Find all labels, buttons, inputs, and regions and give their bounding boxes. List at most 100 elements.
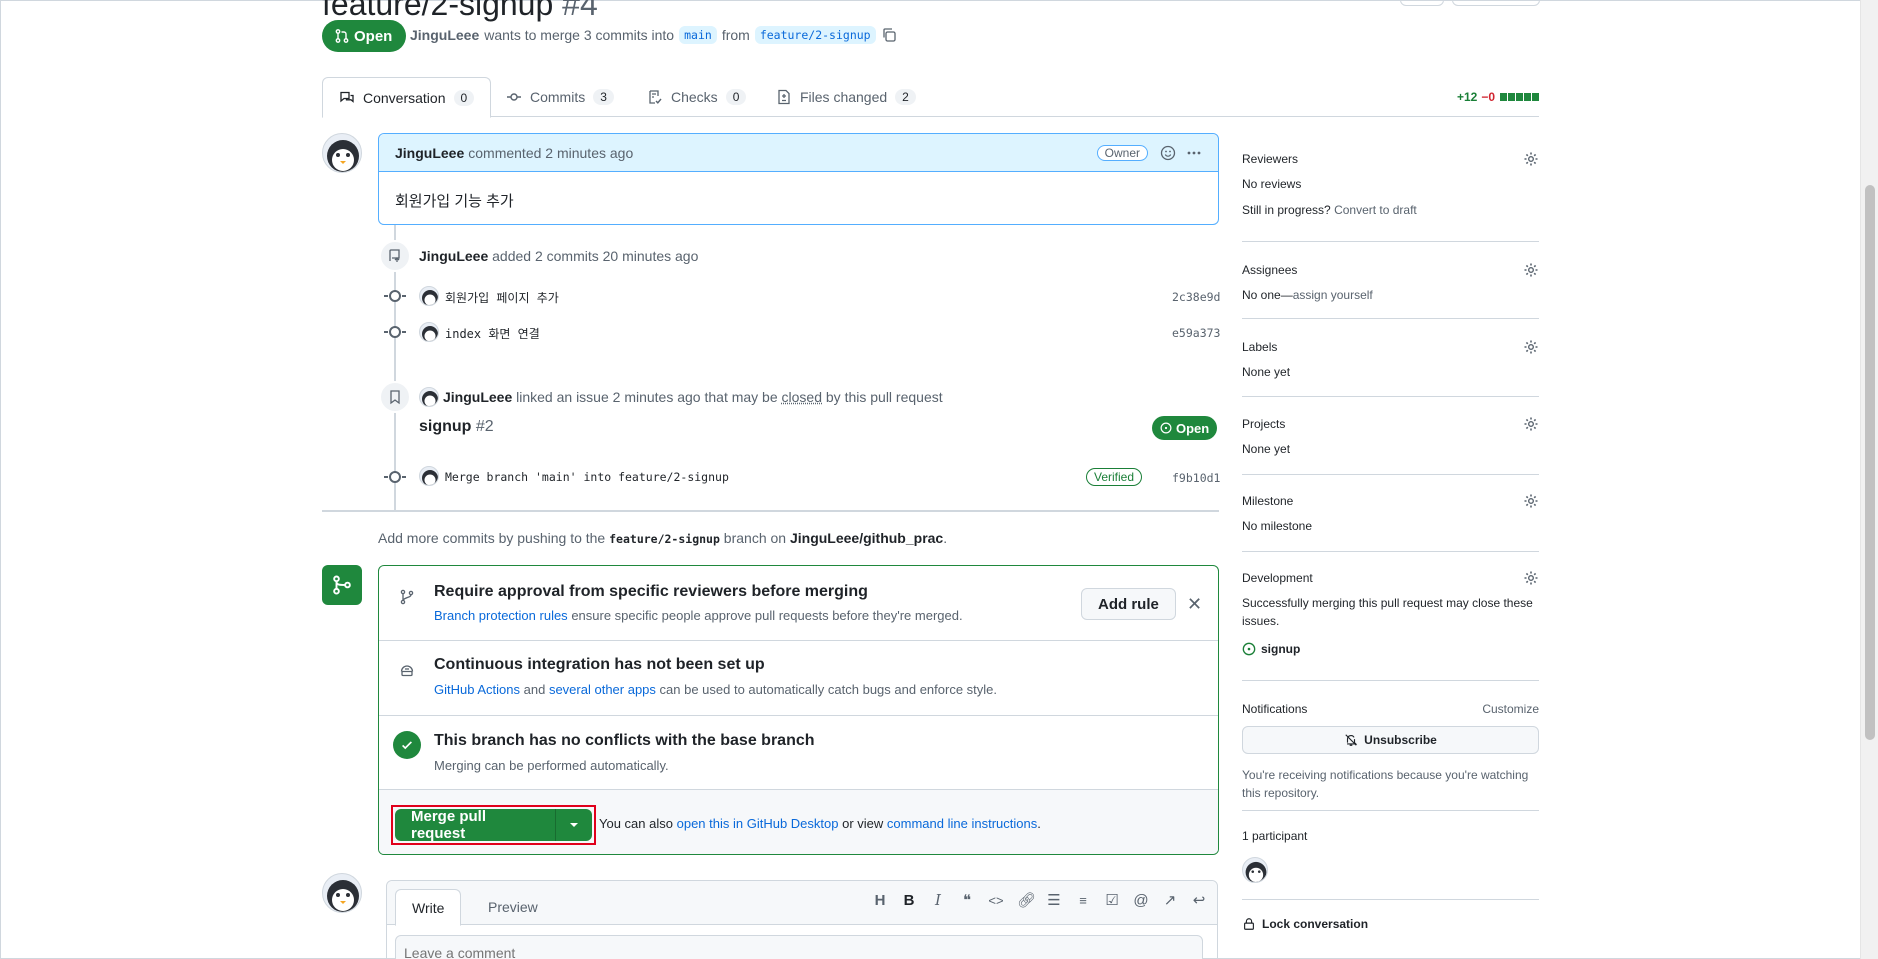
linked-event-author[interactable]: JinguLeee	[443, 389, 512, 405]
merge-commit-dot	[389, 471, 401, 483]
head-branch[interactable]: feature/2-signup	[755, 26, 876, 44]
merge-method-dropdown[interactable]	[556, 809, 592, 841]
gear-icon[interactable]	[1523, 416, 1539, 432]
labels-title[interactable]: Labels	[1242, 340, 1277, 354]
sidebar-participants: 1 participant	[1242, 829, 1539, 843]
gear-icon[interactable]	[1523, 570, 1539, 586]
milestone-title[interactable]: Milestone	[1242, 494, 1293, 508]
assignees-title[interactable]: Assignees	[1242, 263, 1297, 277]
commits-event: JinguLeee added 2 commits 20 minutes ago	[419, 248, 698, 264]
current-user-avatar[interactable]	[322, 873, 362, 913]
github-actions-link[interactable]: GitHub Actions	[434, 682, 520, 697]
tab-conversation[interactable]: Conversation 0	[322, 77, 491, 118]
commit-1-message[interactable]: 회원가입 페이지 추가	[445, 289, 559, 306]
link-icon[interactable]: 🔗︎	[1017, 891, 1033, 909]
gear-icon[interactable]	[1523, 339, 1539, 355]
composer-tabs: Write Preview H B I ❝ <> 🔗︎ ☰ ≡ ☑ @ ↗ ↩	[387, 881, 1217, 925]
scrollbar[interactable]	[1860, 0, 1878, 959]
milestone-value: No milestone	[1242, 517, 1539, 535]
pr-state-badge: Open	[322, 20, 406, 52]
tab-commits-label: Commits	[530, 89, 585, 105]
gear-icon[interactable]	[1523, 151, 1539, 167]
merge-pull-request-button[interactable]: Merge pull request	[395, 809, 556, 841]
push-note-repo[interactable]: JinguLeee/github_prac	[790, 530, 943, 546]
other-apps-link[interactable]: several other apps	[549, 682, 656, 697]
tab-commits[interactable]: Commits 3	[490, 77, 630, 117]
edit-button[interactable]	[1400, 0, 1444, 6]
commit-2-sha[interactable]: e59a373	[1172, 326, 1220, 340]
reply-icon[interactable]: ↩	[1191, 891, 1207, 909]
merge-alt-end: .	[1037, 816, 1041, 831]
quote-icon[interactable]: ❝	[959, 891, 975, 909]
branch-protection-link[interactable]: Branch protection rules	[434, 608, 568, 623]
commits-event-author[interactable]: JinguLeee	[419, 248, 488, 264]
conflicts-sub: Merging can be performed automatically.	[434, 758, 669, 773]
heading-icon[interactable]: H	[872, 892, 888, 909]
participant-avatar[interactable]	[1242, 857, 1268, 883]
check-icon-wrap	[393, 731, 421, 759]
italic-icon[interactable]: I	[930, 891, 946, 909]
development-title[interactable]: Development	[1242, 571, 1313, 585]
author-avatar[interactable]	[322, 133, 362, 173]
issue-opened-icon	[1242, 642, 1256, 656]
pr-tabs: Conversation 0 Commits 3 Checks 0 Files …	[322, 77, 1539, 117]
commit-2-message[interactable]: index 화면 연결	[445, 325, 540, 342]
merge-commit-avatar[interactable]	[419, 466, 439, 486]
development-issue-title: signup	[1261, 640, 1300, 658]
comment-input[interactable]	[395, 935, 1203, 959]
code-icon[interactable]: <>	[988, 893, 1004, 908]
github-desktop-link[interactable]: open this in GitHub Desktop	[677, 816, 839, 831]
convert-to-draft-link[interactable]: Convert to draft	[1334, 203, 1417, 217]
verified-badge[interactable]: Verified	[1086, 468, 1142, 486]
preview-tab[interactable]: Preview	[472, 889, 554, 925]
comment-author[interactable]: JinguLeee	[395, 145, 464, 161]
smiley-icon[interactable]	[1160, 145, 1176, 161]
approval-sub: ensure specific people approve pull requ…	[571, 608, 962, 623]
commit-2-avatar[interactable]	[419, 322, 439, 342]
unsubscribe-button[interactable]: Unsubscribe	[1242, 726, 1539, 754]
projects-title[interactable]: Projects	[1242, 417, 1285, 431]
tab-checks-label: Checks	[671, 89, 718, 105]
sidebar-labels: Labels None yet	[1242, 339, 1539, 381]
merge-commit-sha[interactable]: f9b10d1	[1172, 471, 1220, 485]
close-icon[interactable]: ✕	[1187, 596, 1202, 612]
commit-1-sha[interactable]: 2c38e9d	[1172, 290, 1220, 304]
from-word: from	[722, 27, 750, 43]
pr-meta: JinguLeee wants to merge 3 commits into …	[410, 26, 897, 44]
assign-yourself-link[interactable]: assign yourself	[1293, 288, 1373, 302]
command-line-link[interactable]: command line instructions	[887, 816, 1037, 831]
lock-conversation[interactable]: Lock conversation	[1242, 917, 1368, 931]
kebab-horizontal-icon[interactable]	[1186, 145, 1202, 161]
gear-icon[interactable]	[1523, 493, 1539, 509]
linked-event-avatar[interactable]	[419, 387, 439, 407]
sidebar-divider	[1242, 474, 1539, 475]
development-issue[interactable]: signup	[1242, 640, 1539, 658]
tab-files-changed[interactable]: Files changed 2	[760, 77, 932, 117]
tab-checks[interactable]: Checks 0	[631, 77, 762, 117]
reviewers-title[interactable]: Reviewers	[1242, 152, 1298, 166]
ordered-list-icon[interactable]: ≡	[1075, 893, 1091, 908]
customize-link[interactable]: Customize	[1482, 702, 1539, 716]
repo-push-icon	[387, 248, 403, 264]
scrollbar-thumb[interactable]	[1865, 185, 1875, 740]
commit-1-avatar[interactable]	[419, 286, 439, 306]
diffstat: +12 −0	[1457, 90, 1539, 104]
copy-icon[interactable]	[881, 27, 897, 43]
add-rule-button[interactable]: Add rule	[1081, 588, 1176, 620]
unordered-list-icon[interactable]: ☰	[1046, 891, 1062, 909]
base-branch[interactable]: main	[679, 26, 717, 44]
tab-conversation-count: 0	[454, 90, 475, 106]
linked-issue[interactable]: signup #2	[419, 418, 494, 436]
mention-icon[interactable]: @	[1133, 892, 1149, 909]
bold-icon[interactable]: B	[901, 892, 917, 909]
gear-icon[interactable]	[1523, 262, 1539, 278]
sidebar-development: Development Successfully merging this pu…	[1242, 570, 1539, 658]
write-tab[interactable]: Write	[395, 889, 461, 926]
ci-and: and	[524, 682, 546, 697]
pr-author[interactable]: JinguLeee	[410, 27, 479, 43]
merge-commit-message[interactable]: Merge branch 'main' into feature/2-signu…	[445, 470, 729, 484]
task-list-icon[interactable]: ☑	[1104, 891, 1120, 909]
linked-issue-title[interactable]: signup	[419, 418, 471, 435]
code-button[interactable]	[1452, 0, 1540, 6]
cross-reference-icon[interactable]: ↗	[1162, 891, 1178, 909]
